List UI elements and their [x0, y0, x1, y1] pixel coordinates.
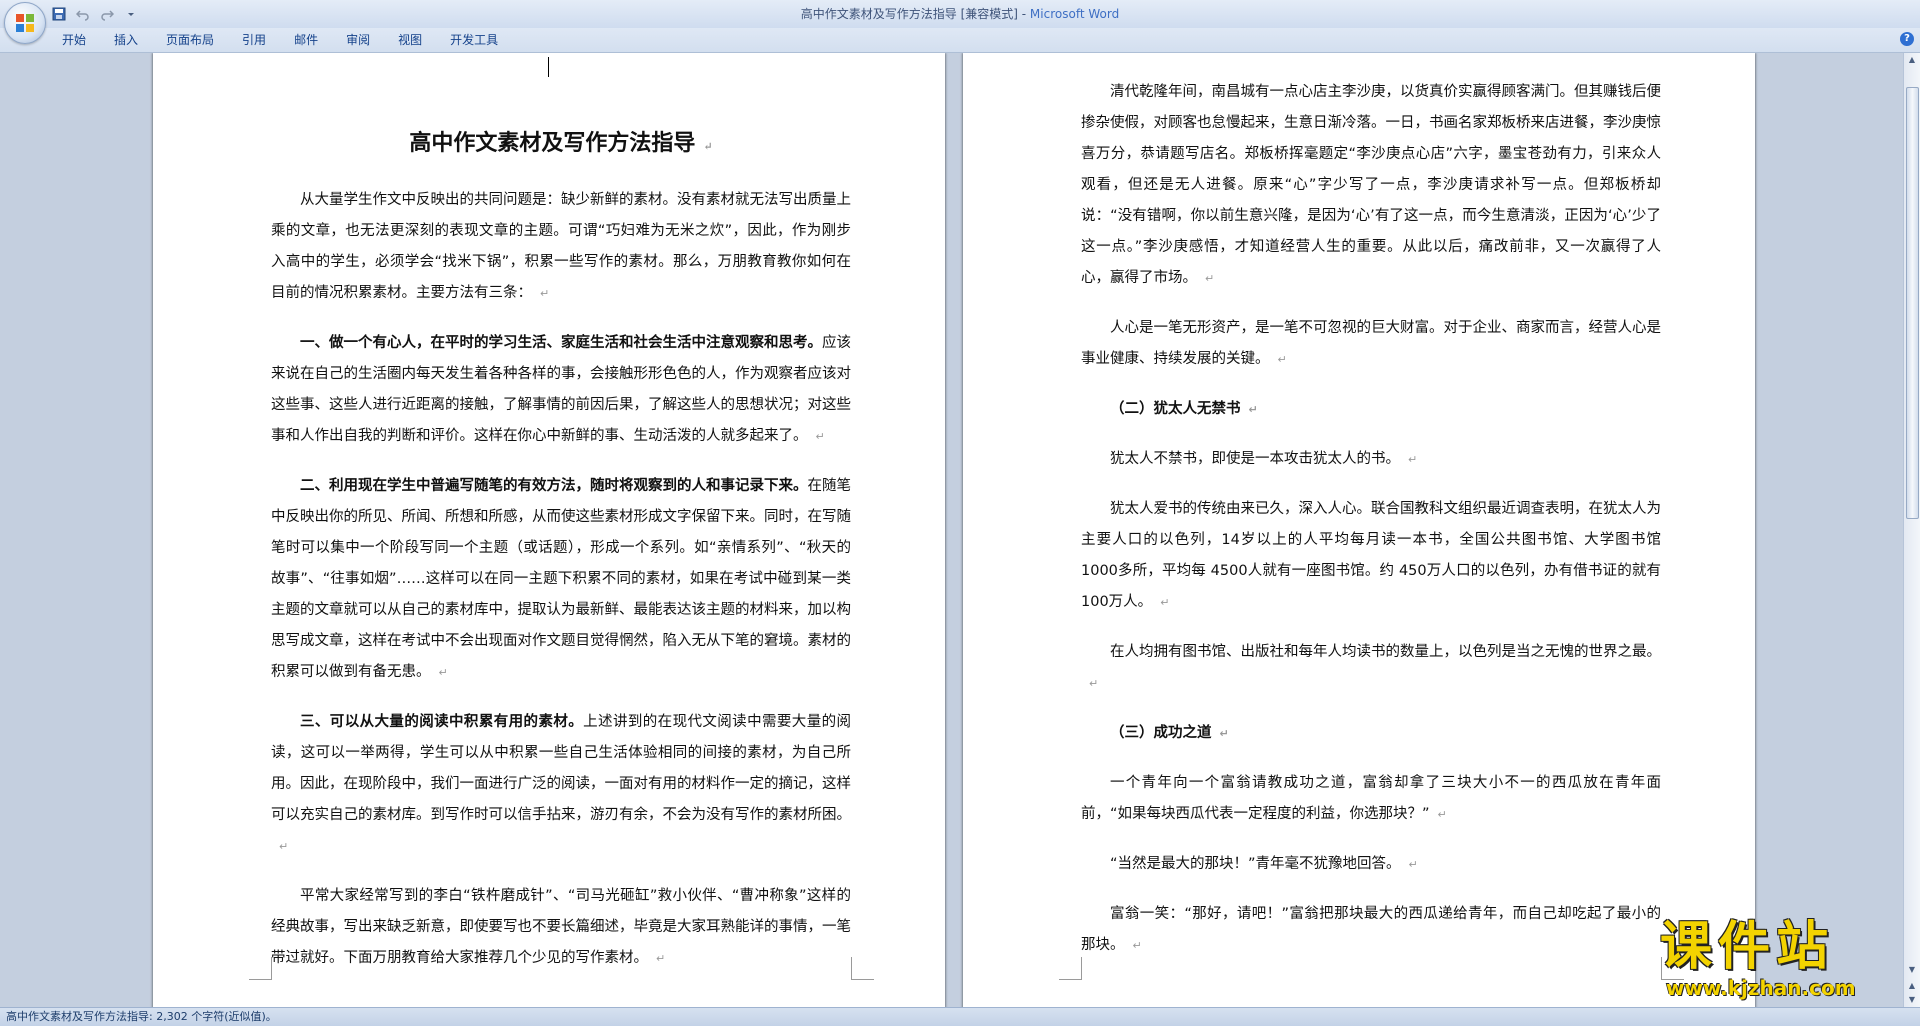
paragraph-mark-icon: ↵: [1277, 353, 1287, 366]
section-heading: （二）犹太人无禁书 ↵: [1110, 401, 1258, 417]
paragraph-mark-icon: ↵: [438, 666, 448, 679]
paragraph: “当然是最大的那块！”青年毫不犹豫地回答。 ↵: [1110, 856, 1418, 872]
tab-insert[interactable]: 插入: [100, 28, 152, 52]
tab-home[interactable]: 开始: [48, 28, 100, 52]
office-logo-icon: [16, 14, 34, 32]
paragraph: 犹太人爱书的传统由来已久，深入人心。联合国教科文组织最近调查表明，在犹太人为主要…: [1081, 501, 1661, 610]
section-heading-2: 二、利用现在学生中普遍写随笔的有效方法，随时将观察到的人和事记录下来。: [300, 478, 808, 494]
word-count-status[interactable]: 高中作文素材及写作方法指导: 2,302 个字符(近似值)。: [6, 1010, 277, 1023]
redo-icon[interactable]: [98, 5, 116, 23]
paragraph-mark-icon: ↵: [1160, 596, 1170, 609]
section-heading-1: 一、做一个有心人，在平时的学习生活、家庭生活和社会生活中注意观察和思考。: [300, 335, 822, 351]
ribbon-tabs: 开始 插入 页面布局 引用 邮件 审阅 视图 开发工具: [0, 28, 1920, 53]
paragraph-mark-icon: ↵: [1248, 403, 1258, 416]
section-heading: （三）成功之道 ↵: [1110, 725, 1229, 741]
page-content-right: 清代乾隆年间，南昌城有一点心店主李沙庚，以货真价实赢得顾客满门。但其赚钱后便掺杂…: [1081, 77, 1661, 980]
page-content-left: 高中作文素材及写作方法指导 ↵ 从大量学生作文中反映出的共同问题是：缺少新鲜的素材…: [271, 105, 851, 993]
paragraph: 在人均拥有图书馆、出版社和每年人均读书的数量上，以色列是当之无愧的世界之最。↵: [1089, 644, 1661, 690]
paragraph-mark-icon: ↵: [815, 430, 825, 443]
status-bar: 高中作文素材及写作方法指导: 2,302 个字符(近似值)。: [0, 1007, 1920, 1026]
title-bar: 高中作文素材及写作方法指导 [兼容模式] - Microsoft Word: [0, 0, 1920, 29]
quick-access-toolbar: [50, 4, 140, 24]
paragraph-mark-icon: ↵: [1437, 808, 1447, 821]
paragraph: 人心是一笔无形资产，是一笔不可忽视的巨大财富。对于企业、商家而言，经营人心是事业…: [1081, 320, 1661, 367]
app-brand: Microsoft Word: [1029, 7, 1120, 21]
watermark-logo: 课件站 www.kjzhan.com: [1660, 918, 1910, 1004]
office-button[interactable]: [4, 2, 46, 44]
tab-mailings[interactable]: 邮件: [280, 28, 332, 52]
paragraph-mark-icon: ↵: [703, 140, 713, 153]
paragraph: 富翁一笑：“那好，请吧！”富翁把那块最大的西瓜递给青年，而自己却吃起了最小的那块…: [1081, 906, 1661, 953]
paragraph-mark-icon: ↵: [1205, 272, 1215, 285]
paragraph-mark-icon: ↵: [1089, 677, 1099, 690]
paragraph-mark-icon: ↵: [656, 952, 666, 965]
help-icon[interactable]: ?: [1900, 32, 1914, 46]
paragraph-mark-icon: ↵: [1408, 453, 1418, 466]
watermark-url: www.kjzhan.com: [1666, 976, 1856, 1000]
customize-icon[interactable]: [122, 5, 140, 23]
document-page-left[interactable]: 高中作文素材及写作方法指导 ↵ 从大量学生作文中反映出的共同问题是：缺少新鲜的素材…: [153, 53, 945, 1007]
watermark-title: 课件站: [1660, 917, 1835, 977]
tab-developer[interactable]: 开发工具: [436, 28, 512, 52]
margin-corner-mark: [249, 957, 272, 980]
tab-review[interactable]: 审阅: [332, 28, 384, 52]
paragraph-mark-icon: ↵: [279, 840, 289, 853]
section-heading-3: 三、可以从大量的阅读中积累有用的素材。: [300, 714, 584, 730]
paragraph: 二、利用现在学生中普遍写随笔的有效方法，随时将观察到的人和事记录下来。在随笔中反…: [271, 478, 851, 680]
scroll-thumb[interactable]: [1906, 87, 1919, 519]
paragraph: 一、做一个有心人，在平时的学习生活、家庭生活和社会生活中注意观察和思考。应该来说…: [271, 335, 851, 444]
tab-view[interactable]: 视图: [384, 28, 436, 52]
paragraph: 清代乾隆年间，南昌城有一点心店主李沙庚，以货真价实赢得顾客满门。但其赚钱后便掺杂…: [1081, 84, 1661, 286]
paragraph: 一个青年向一个富翁请教成功之道，富翁却拿了三块大小不一的西瓜放在青年面前，“如果…: [1081, 775, 1661, 822]
document-title: 高中作文素材及写作方法指导 [兼容模式] -: [800, 7, 1030, 21]
save-icon[interactable]: [50, 5, 68, 23]
paragraph-mark-icon: ↵: [1408, 858, 1418, 871]
margin-corner-mark: [851, 957, 874, 980]
paragraph-mark-icon: ↵: [1132, 939, 1142, 952]
paragraph-mark-icon: ↵: [1219, 727, 1229, 740]
paragraph: 平常大家经常写到的李白“铁杵磨成针”、“司马光砸缸”救小伙伴、“曹冲称象”这样的…: [271, 888, 851, 966]
document-page-right[interactable]: 清代乾隆年间，南昌城有一点心店主李沙庚，以货真价实赢得顾客满门。但其赚钱后便掺杂…: [963, 53, 1755, 1007]
window-title: 高中作文素材及写作方法指导 [兼容模式] - Microsoft Word: [0, 5, 1920, 22]
margin-corner-mark: [1059, 957, 1082, 980]
undo-icon[interactable]: [74, 5, 92, 23]
paragraph-mark-icon: ↵: [540, 287, 550, 300]
document-workspace: 高中作文素材及写作方法指导 ↵ 从大量学生作文中反映出的共同问题是：缺少新鲜的素材…: [0, 53, 1904, 1007]
document-heading: 高中作文素材及写作方法指导 ↵: [409, 130, 713, 156]
paragraph: 犹太人不禁书，即使是一本攻击犹太人的书。 ↵: [1110, 451, 1418, 467]
tab-references[interactable]: 引用: [228, 28, 280, 52]
scroll-up-icon[interactable]: ▲: [1904, 53, 1920, 67]
paragraph: 从大量学生作文中反映出的共同问题是：缺少新鲜的素材。没有素材就无法写出质量上乘的…: [271, 192, 851, 301]
text-cursor: [548, 57, 549, 77]
tab-page-layout[interactable]: 页面布局: [152, 28, 228, 52]
vertical-scrollbar[interactable]: ▲ ▼ ▲ ▼: [1903, 53, 1920, 1007]
paragraph: 三、可以从大量的阅读中积累有用的素材。上述讲到的在现代文阅读中需要大量的阅读，这…: [271, 714, 852, 853]
